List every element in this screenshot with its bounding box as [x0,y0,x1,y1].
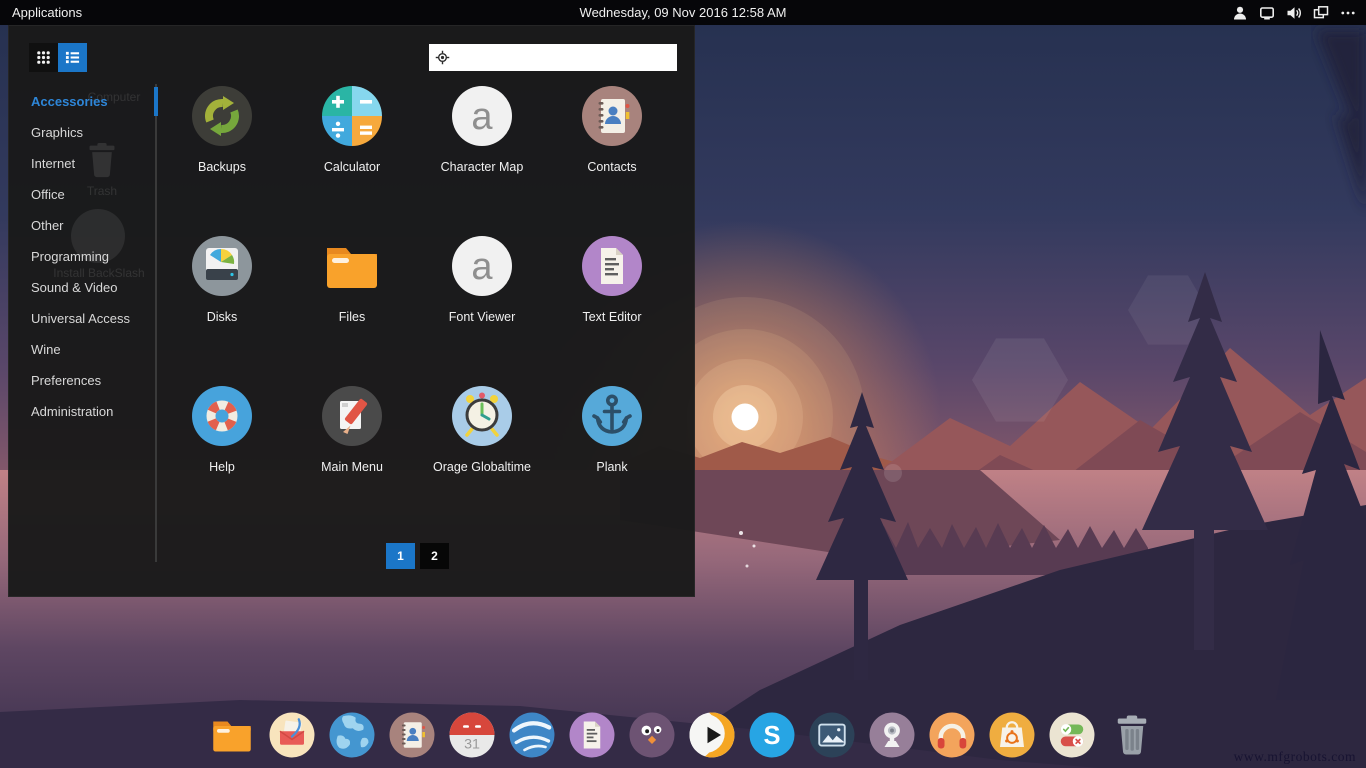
folder-icon [320,234,384,298]
player-icon [688,711,736,759]
app-label: Orage Globaltime [417,460,547,474]
app-label: Font Viewer [417,310,547,324]
charmap-icon: a [450,84,514,148]
pidgin-icon [628,711,676,759]
top-panel: Applications Wednesday, 09 Nov 2016 12:5… [0,0,1366,25]
dock-calendar[interactable]: 31 [448,711,496,759]
display-icon[interactable] [1259,5,1275,21]
app-label: Main Menu [287,460,417,474]
calculator-icon [320,84,384,148]
app-label: Contacts [547,160,677,174]
trash-icon [1108,711,1156,759]
page-button-1[interactable]: 1 [386,543,415,569]
contacts-icon [580,84,644,148]
mainmenu-icon [320,384,384,448]
dock-tweaks[interactable] [1048,711,1096,759]
app-label: Plank [547,460,677,474]
tweaks-icon [1048,711,1096,759]
app-calculator[interactable]: Calculator [287,84,417,174]
photos-icon [808,711,856,759]
disks-icon [190,234,254,298]
app-files[interactable]: Files [287,234,417,324]
webcam-icon [868,711,916,759]
earth-icon [508,711,556,759]
user-icon[interactable] [1232,5,1248,21]
app-help[interactable]: Help [157,384,287,474]
contacts-icon [388,711,436,759]
texteditor-icon [580,234,644,298]
orage-icon [450,384,514,448]
watermark: www.mfgrobots.com [1234,749,1356,765]
system-tray [1232,5,1366,21]
dock-web-browser[interactable] [328,711,376,759]
mail-icon [268,711,316,759]
app-label: Calculator [287,160,417,174]
headphones-icon [928,711,976,759]
clock[interactable]: Wednesday, 09 Nov 2016 12:58 AM [0,5,1366,20]
svg-text:a: a [471,246,493,288]
volume-icon[interactable] [1286,5,1302,21]
skype-icon: S [748,711,796,759]
backups-icon [190,84,254,148]
dock-file-manager[interactable] [208,711,256,759]
app-backups[interactable]: Backups [157,84,287,174]
app-label: Text Editor [547,310,677,324]
app-character-map[interactable]: a Character Map [417,84,547,174]
texteditor-icon [568,711,616,759]
folder-icon [208,711,256,759]
dock-trash[interactable] [1108,711,1156,759]
dock-webcam[interactable] [868,711,916,759]
dock-software-center[interactable] [988,711,1036,759]
dock-documents[interactable] [568,711,616,759]
app-label: Help [157,460,287,474]
help-icon [190,384,254,448]
svg-text:a: a [471,96,493,138]
dock-photos[interactable] [808,711,856,759]
app-grid: BackupsCalculator a Character MapContacts D… [9,26,696,536]
dock-google-earth[interactable] [508,711,556,759]
applications-menu-button[interactable]: Applications [0,0,94,25]
app-plank[interactable]: Plank [547,384,677,474]
app-label: Character Map [417,160,547,174]
app-main-menu[interactable]: Main Menu [287,384,417,474]
dock-music[interactable] [928,711,976,759]
globe-icon [328,711,376,759]
app-label: Files [287,310,417,324]
dock: 31 S [208,711,1156,759]
app-text-editor[interactable]: Text Editor [547,234,677,324]
plank-icon [580,384,644,448]
dock-media-player[interactable] [688,711,736,759]
workspaces-icon[interactable] [1313,5,1329,21]
svg-text:S: S [763,722,780,750]
dock-mail[interactable] [268,711,316,759]
app-font-viewer[interactable]: a Font Viewer [417,234,547,324]
app-contacts[interactable]: Contacts [547,84,677,174]
pagination: 12 [386,543,449,569]
dock-contacts[interactable] [388,711,436,759]
app-disks[interactable]: Disks [157,234,287,324]
application-menu: Computer Trash Install BackSlash Accesso… [8,25,695,597]
dock-pidgin[interactable] [628,711,676,759]
dock-skype[interactable]: S [748,711,796,759]
app-label: Backups [157,160,287,174]
calendar-icon: 31 [448,711,496,759]
charmap-icon: a [450,234,514,298]
svg-text:31: 31 [464,737,480,753]
page-button-2[interactable]: 2 [420,543,449,569]
more-icon[interactable] [1340,5,1356,21]
desktop: www.mfgrobots.com Applications Wednesday… [0,0,1366,768]
app-label: Disks [157,310,287,324]
app-orage-globaltime[interactable]: Orage Globaltime [417,384,547,474]
software-icon [988,711,1036,759]
